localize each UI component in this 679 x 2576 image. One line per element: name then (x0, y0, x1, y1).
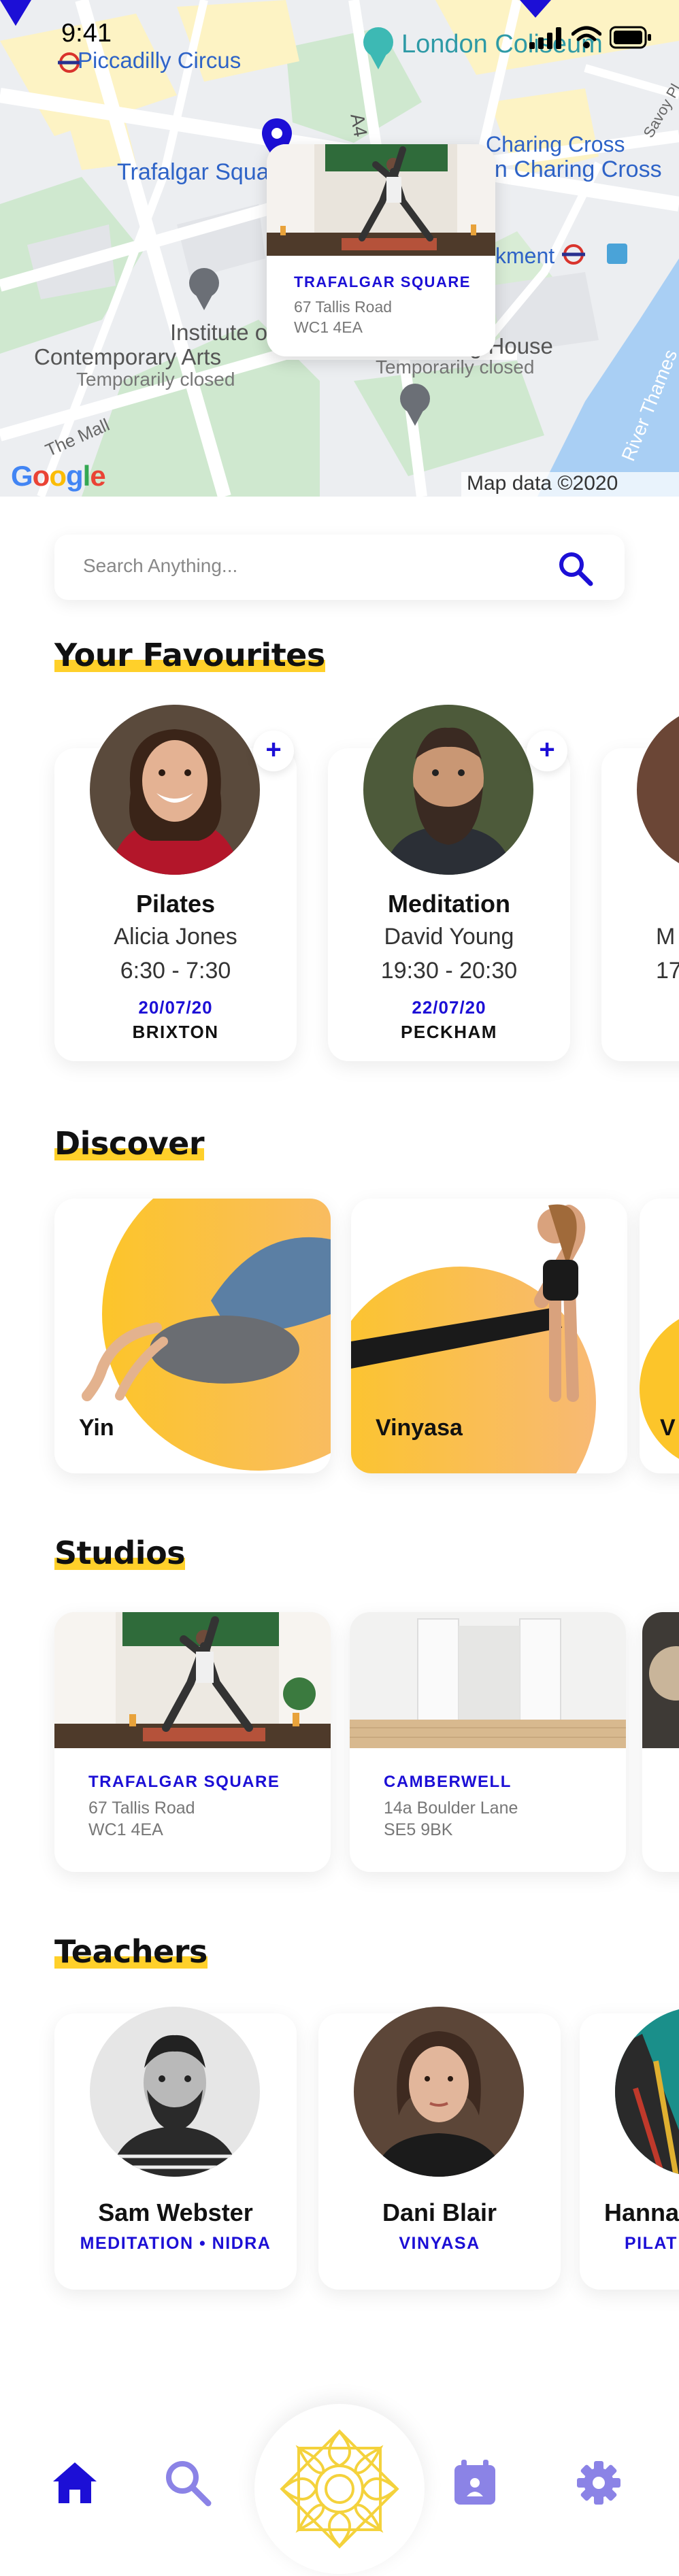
search-bar[interactable]: Search Anything... (54, 535, 625, 600)
teacher-avatar (363, 705, 533, 875)
studio-card[interactable] (642, 1612, 679, 1872)
studio-address: 14a Boulder Lane SE5 9BK (384, 1797, 518, 1841)
class-name: Meditation (388, 890, 510, 918)
discover-label: V (660, 1415, 676, 1441)
studio-address-line1: 14a Boulder Lane (384, 1799, 518, 1818)
studio-card[interactable]: CAMBERWELL 14a Boulder Lane SE5 9BK (350, 1612, 626, 1872)
teacher-avatar (90, 705, 260, 875)
class-time: 19:30 - 20:30 (380, 958, 518, 984)
map-label-embankment: kment (495, 244, 555, 268)
class-date: 20/07/20 (138, 997, 213, 1018)
section-title-favourites: Your Favourites (54, 637, 325, 673)
map-label-charing-cross-2: on Charing Cross (482, 156, 662, 182)
studio-address-line1: 67 Tallis Road (88, 1799, 195, 1818)
map-label-house-closed: Temporarily closed (376, 356, 535, 378)
discover-label: Yin (79, 1415, 114, 1441)
calendar-icon[interactable] (448, 2456, 502, 2510)
class-location: BRIXTON (132, 1022, 219, 1042)
map-studio-popup[interactable]: TRAFALGAR SQUARE 67 Tallis Road WC1 4EA (267, 144, 495, 356)
bottom-navigation (0, 2404, 679, 2576)
teacher-avatar (354, 2007, 524, 2177)
studio-photo (54, 1612, 331, 1748)
search-icon[interactable] (557, 550, 595, 588)
popup-address-line1: 67 Tallis Road (294, 298, 393, 316)
wifi-icon (572, 26, 601, 48)
studio-photo (350, 1612, 626, 1748)
studio-photo (642, 1612, 679, 1748)
teacher-specialty: PILAT (625, 2234, 678, 2253)
discover-card[interactable]: Yin (54, 1199, 331, 1473)
section-title-studios: Studios (54, 1535, 186, 1571)
discover-card[interactable]: Vinyasa (351, 1199, 627, 1473)
map-label-a4: A4 (346, 112, 371, 139)
battery-icon (610, 26, 651, 49)
map-label-ica-1: Institute of (170, 320, 274, 345)
favourite-card[interactable]: + Meditation David Young 19:30 - 20:30 2… (328, 705, 570, 1061)
discover-label: Vinyasa (376, 1415, 463, 1441)
teacher-card[interactable]: Hanna PILAT (580, 2007, 679, 2290)
search-icon[interactable] (161, 2456, 215, 2510)
studio-address: 67 Tallis Road WC1 4EA (88, 1797, 195, 1841)
teacher-card[interactable]: Dani Blair VINYASA (318, 2007, 561, 2290)
home-icon[interactable] (48, 2456, 102, 2510)
map-label-ica-3: Temporarily closed (76, 369, 235, 390)
google-logo: Google (11, 460, 106, 492)
teacher-specialty: VINYASA (399, 2234, 480, 2253)
map-credit[interactable]: Map data ©2020 Google (461, 472, 679, 497)
section-title-teachers: Teachers (54, 1933, 208, 1970)
status-bar: 9:41 (0, 0, 679, 68)
studio-card[interactable]: TRAFALGAR SQUARE 67 Tallis Road WC1 4EA (54, 1612, 331, 1872)
studio-name: TRAFALGAR SQUARE (88, 1773, 280, 1791)
studio-name: CAMBERWELL (384, 1773, 512, 1791)
map-label-ica-2: Contemporary Arts (34, 344, 222, 369)
search-input[interactable]: Search Anything... (83, 555, 237, 577)
signal-icon (529, 27, 561, 49)
class-time: 6:30 - 7:30 (120, 958, 231, 984)
section-title-discover: Discover (54, 1125, 205, 1162)
status-time: 9:41 (61, 19, 112, 48)
popup-address-line2: WC1 4EA (294, 318, 363, 336)
favourite-card[interactable]: + Pilates Alicia Jones 6:30 - 7:30 20/07… (54, 705, 297, 1061)
teacher-name: David Young (384, 924, 514, 950)
class-time: 17 (656, 958, 679, 984)
gear-icon[interactable] (572, 2456, 626, 2510)
popup-studio-address: 67 Tallis Road WC1 4EA (294, 297, 392, 337)
teacher-name: Hanna (604, 2198, 679, 2226)
studio-address-line2: WC1 4EA (88, 1820, 163, 1839)
map-label-charing-cross: Charing Cross (486, 132, 625, 156)
teacher-card[interactable]: Sam Webster MEDITATION • NIDRA (54, 2007, 297, 2290)
teacher-name: Dani Blair (382, 2198, 497, 2226)
favourite-card[interactable]: M 17 (601, 705, 679, 1061)
studio-address-line2: SE5 9BK (384, 1820, 453, 1839)
teacher-avatar (637, 705, 679, 875)
teacher-name: Alicia Jones (114, 924, 237, 950)
studio-photo (267, 144, 495, 256)
add-favourite-button[interactable]: + (527, 731, 567, 771)
mandala-logo (280, 2429, 399, 2549)
class-name: Pilates (135, 890, 216, 918)
teacher-avatar (90, 2007, 260, 2177)
map-view[interactable]: Piccadilly Circus London Coliseum Trafal… (0, 0, 679, 497)
discover-card[interactable]: V (640, 1199, 679, 1473)
teacher-name: M (656, 924, 676, 950)
teacher-name: Sam Webster (98, 2198, 253, 2226)
teacher-specialty: MEDITATION • NIDRA (80, 2234, 271, 2253)
popup-studio-name: TRAFALGAR SQUARE (294, 273, 471, 290)
add-favourite-button[interactable]: + (253, 731, 294, 771)
home-logo-button[interactable] (254, 2404, 425, 2574)
class-location: PECKHAM (401, 1022, 497, 1042)
app-screen: Piccadilly Circus London Coliseum Trafal… (0, 0, 679, 2576)
teacher-avatar (615, 2007, 679, 2177)
class-date: 22/07/20 (412, 997, 486, 1018)
